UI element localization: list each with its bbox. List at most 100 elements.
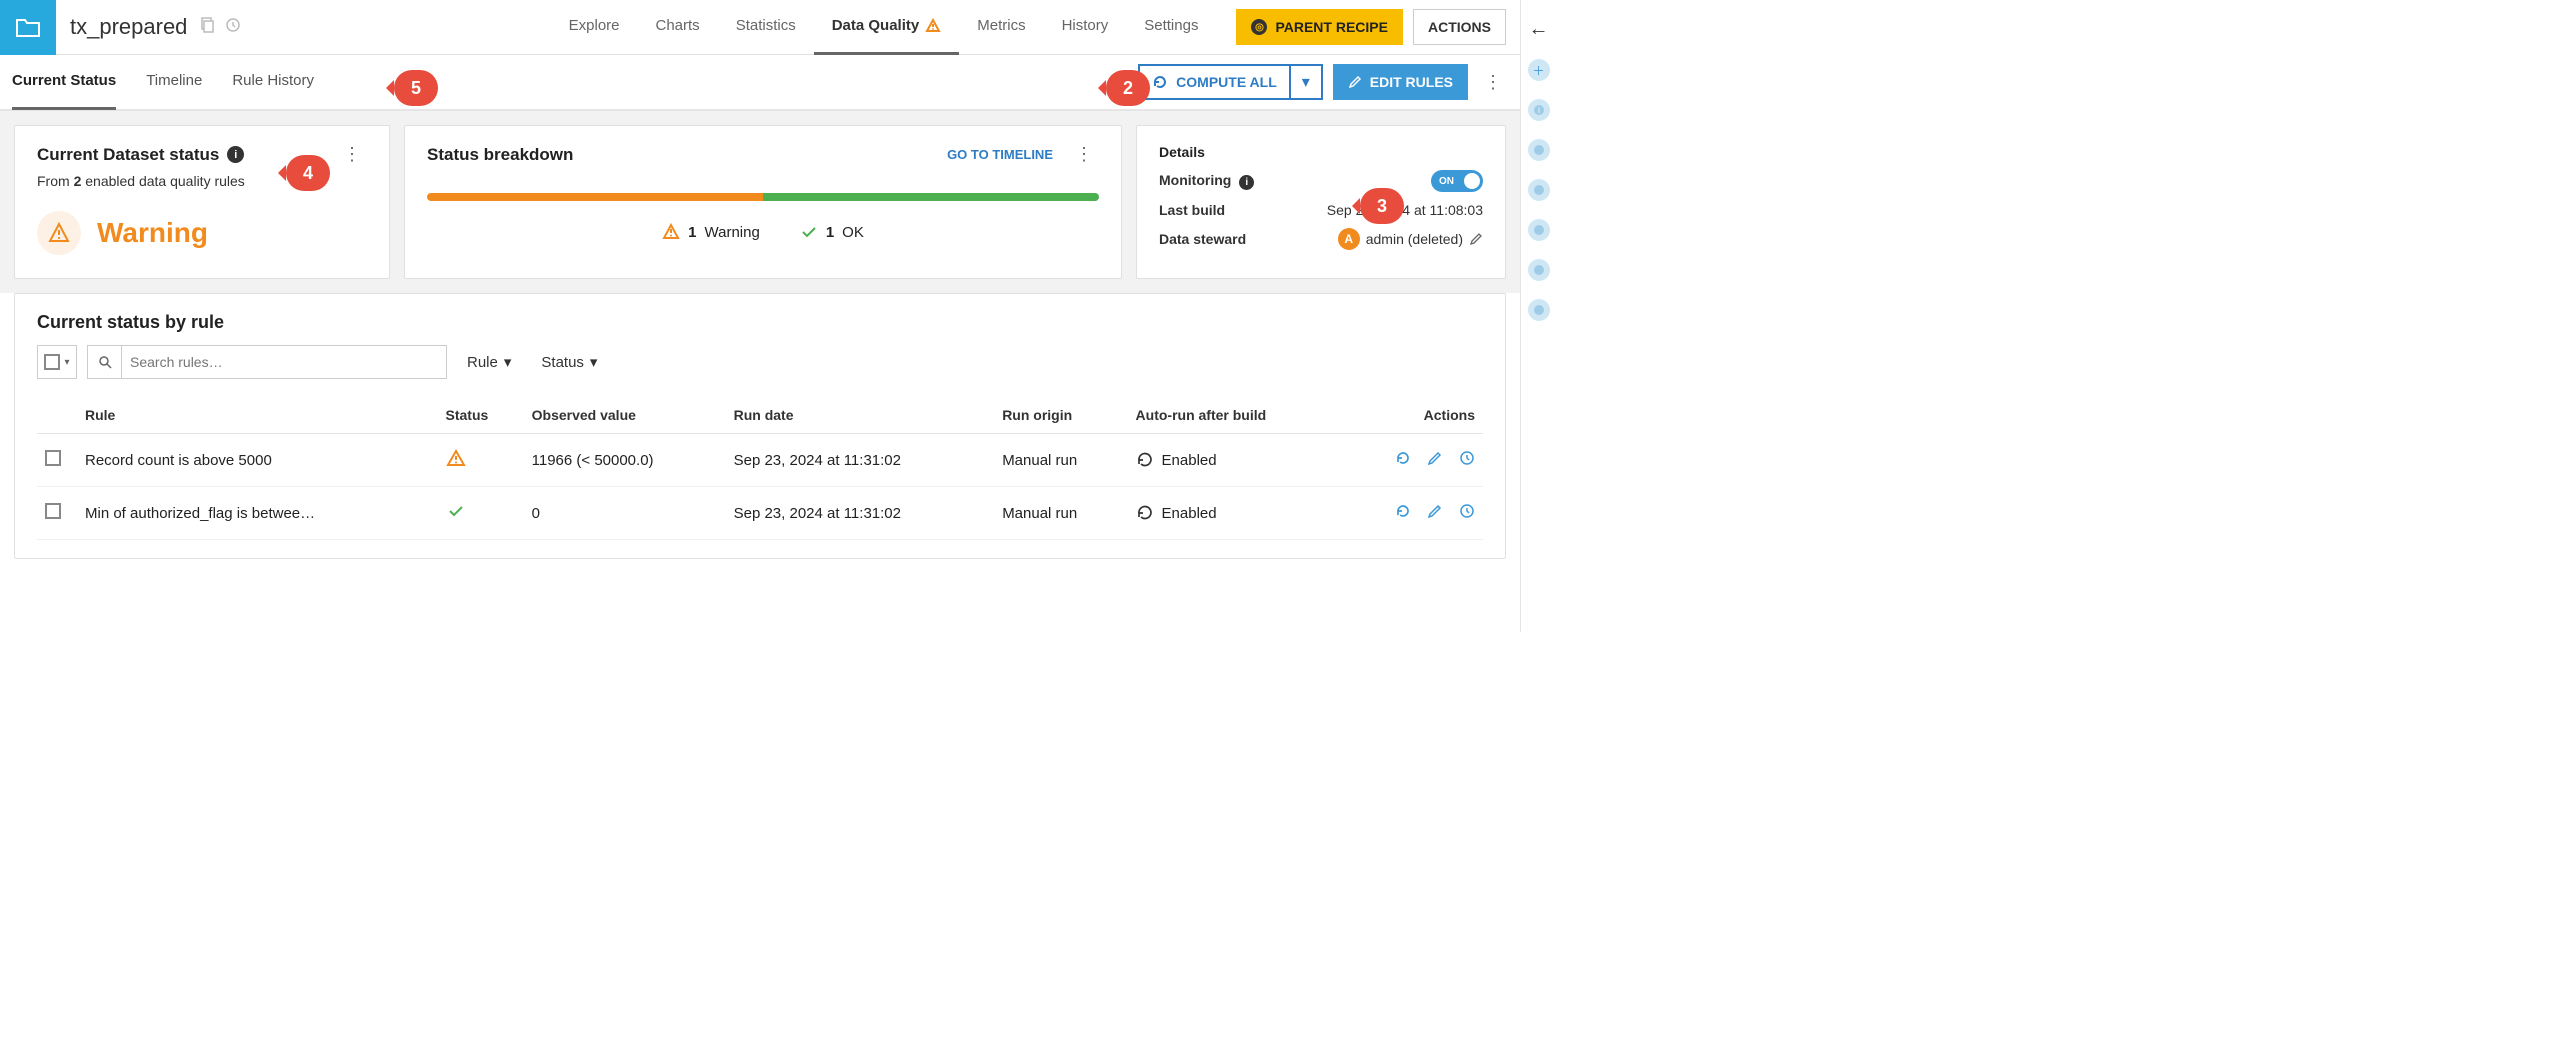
edit-rules-button[interactable]: EDIT RULES: [1333, 64, 1468, 100]
cycle-icon: [1136, 504, 1154, 522]
steward-value: admin (deleted): [1366, 231, 1463, 247]
ok-count: 1: [826, 224, 834, 241]
tab-charts[interactable]: Charts: [638, 0, 718, 55]
search-icon[interactable]: [88, 345, 122, 379]
last-build-label: Last build: [1159, 202, 1225, 218]
compute-all-dropdown[interactable]: ▾: [1291, 64, 1323, 100]
filter-status[interactable]: Status ▾: [531, 353, 607, 371]
tab-metrics[interactable]: Metrics: [959, 0, 1043, 55]
row-refresh-icon[interactable]: [1395, 450, 1411, 470]
col-observed: Observed value: [524, 397, 726, 434]
callout-2: 2: [1106, 70, 1150, 106]
rail-add-icon[interactable]: ＋: [1528, 59, 1550, 81]
status-text: Warning: [97, 217, 208, 249]
cell-observed: 0: [524, 487, 726, 540]
check-icon: [446, 501, 466, 521]
row-edit-icon[interactable]: [1427, 503, 1443, 523]
info-icon[interactable]: i: [227, 146, 244, 163]
warning-icon: [446, 448, 466, 468]
go-to-timeline-link[interactable]: GO TO TIMELINE: [947, 147, 1053, 162]
details-title: Details: [1159, 144, 1483, 160]
folder-icon[interactable]: [0, 0, 56, 55]
current-status-title: Current Dataset status: [37, 145, 219, 165]
tab-explore[interactable]: Explore: [551, 0, 638, 55]
rail-clock-icon[interactable]: [1528, 259, 1550, 281]
status-card-kebab-icon[interactable]: ⋮: [337, 144, 367, 165]
warning-icon: [925, 18, 941, 34]
history-icon[interactable]: [225, 17, 241, 38]
cycle-icon: [1136, 451, 1154, 469]
breakdown-title: Status breakdown: [427, 145, 573, 165]
check-icon: [800, 223, 818, 241]
search-wrapper: [87, 345, 447, 379]
rail-flask-icon[interactable]: [1528, 219, 1550, 241]
current-status-card: Current Dataset status i ⋮ From 2 enable…: [14, 125, 390, 279]
subtab-rule-history[interactable]: Rule History: [232, 54, 314, 110]
table-row: Record count is above 500011966 (< 50000…: [37, 434, 1483, 487]
tab-data-quality[interactable]: Data Quality: [814, 0, 960, 55]
parent-recipe-button[interactable]: ◎ PARENT RECIPE: [1236, 9, 1403, 45]
col-auto-run: Auto-run after build: [1128, 397, 1343, 434]
copy-icon[interactable]: [199, 17, 215, 38]
rules-section-title: Current status by rule: [37, 312, 1483, 333]
tab-data-quality-label: Data Quality: [832, 17, 920, 34]
col-actions: Actions: [1342, 397, 1483, 434]
row-clock-icon[interactable]: [1459, 503, 1475, 523]
cell-run-date: Sep 23, 2024 at 11:31:02: [726, 487, 995, 540]
col-rule: Rule: [77, 397, 438, 434]
cell-status: [438, 434, 524, 487]
callout-3: 3: [1360, 188, 1404, 224]
compute-all-label: COMPUTE ALL: [1176, 74, 1277, 90]
breakdown-bar-warning: [427, 193, 763, 201]
subtab-current-status[interactable]: Current Status: [12, 54, 116, 110]
monitoring-toggle[interactable]: ON: [1431, 170, 1483, 192]
toggle-state: ON: [1439, 176, 1454, 187]
tab-settings[interactable]: Settings: [1126, 0, 1216, 55]
row-clock-icon[interactable]: [1459, 450, 1475, 470]
select-all-checkbox[interactable]: ▾: [37, 345, 77, 379]
row-refresh-icon[interactable]: [1395, 503, 1411, 523]
filter-rule[interactable]: Rule ▾: [457, 353, 521, 371]
monitoring-label: Monitoring: [1159, 172, 1231, 188]
legend-ok: 1 OK: [800, 223, 864, 241]
breakdown-kebab-icon[interactable]: ⋮: [1069, 144, 1099, 165]
ok-label: OK: [842, 224, 864, 241]
warning-count: 1: [688, 224, 696, 241]
row-edit-icon[interactable]: [1427, 450, 1443, 470]
rail-chat-icon[interactable]: [1528, 299, 1550, 321]
top-header: tx_prepared Explore Charts Statistics Da…: [0, 0, 1520, 55]
rail-list-icon[interactable]: [1528, 139, 1550, 161]
cell-run-origin: Manual run: [994, 487, 1127, 540]
cell-auto-run: Enabled: [1136, 504, 1335, 522]
details-card: Details Monitoring i ON Last build Sep 2…: [1136, 125, 1506, 279]
compute-all-button[interactable]: COMPUTE ALL: [1138, 64, 1291, 100]
tab-history[interactable]: History: [1044, 0, 1127, 55]
col-run-date: Run date: [726, 397, 995, 434]
warning-badge-icon: [37, 211, 81, 255]
rail-check-icon[interactable]: [1528, 179, 1550, 201]
rail-info-icon[interactable]: i: [1528, 99, 1550, 121]
right-rail: ← ＋ i: [1520, 0, 1556, 632]
callout-4: 4: [286, 155, 330, 191]
cell-status: [438, 487, 524, 540]
pencil-icon[interactable]: [1469, 232, 1483, 246]
actions-button[interactable]: ACTIONS: [1413, 9, 1506, 45]
breakdown-bar-ok: [763, 193, 1099, 201]
pencil-icon: [1348, 75, 1362, 89]
col-status: Status: [438, 397, 524, 434]
cell-auto-run: Enabled: [1136, 451, 1335, 469]
row-checkbox[interactable]: [45, 450, 61, 466]
top-tabs: Explore Charts Statistics Data Quality M…: [551, 0, 1217, 55]
back-arrow-icon[interactable]: ←: [1529, 18, 1549, 41]
subtab-timeline[interactable]: Timeline: [146, 54, 202, 110]
tab-statistics[interactable]: Statistics: [718, 0, 814, 55]
parent-recipe-label: PARENT RECIPE: [1275, 19, 1388, 35]
warning-label: Warning: [705, 224, 760, 241]
search-input[interactable]: [122, 354, 446, 370]
dataset-title: tx_prepared: [70, 14, 187, 40]
row-checkbox[interactable]: [45, 503, 61, 519]
info-icon[interactable]: i: [1239, 175, 1254, 190]
edit-rules-label: EDIT RULES: [1370, 74, 1453, 90]
breakdown-bar: [427, 193, 1099, 201]
subrow-kebab-icon[interactable]: ⋮: [1478, 72, 1508, 93]
